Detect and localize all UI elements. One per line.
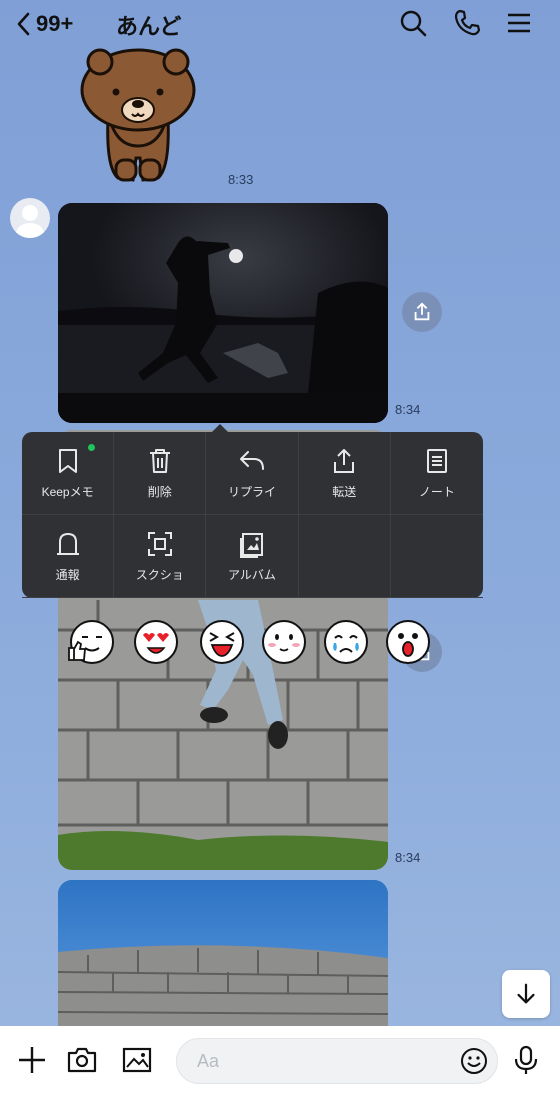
phone-icon	[454, 9, 481, 36]
share-icon	[414, 302, 430, 321]
menu-item-screenshot[interactable]: スクショ	[114, 515, 207, 598]
menu-item-keep[interactable]: Keepメモ	[22, 432, 115, 515]
microphone-icon	[514, 1045, 538, 1074]
menu-item-delete[interactable]: 削除	[114, 432, 207, 515]
gallery-button[interactable]	[121, 1044, 153, 1076]
message-input[interactable]: Aa	[176, 1038, 498, 1084]
camera-icon	[67, 1047, 97, 1073]
album-icon	[239, 532, 263, 558]
menu-item-label: Keepメモ	[41, 484, 94, 499]
chat-header: 99+ あんど	[0, 0, 560, 48]
chevron-left-icon	[17, 12, 30, 36]
add-button[interactable]	[16, 1044, 48, 1076]
message-time: 8:33	[228, 172, 254, 187]
share-button[interactable]	[402, 292, 442, 332]
user-silhouette-icon	[15, 205, 45, 238]
menu-item-label: 通報	[55, 567, 80, 582]
photo-message-night[interactable]	[58, 203, 388, 423]
menu-item-label: リプライ	[227, 484, 276, 499]
menu-item-label: 削除	[147, 484, 172, 499]
photo-message-sky[interactable]	[58, 880, 388, 1040]
reaction-crying-icon[interactable]	[322, 618, 370, 666]
reply-icon	[239, 450, 264, 470]
hamburger-icon	[508, 13, 530, 33]
arrow-down-icon	[517, 983, 535, 1004]
reaction-heart-eyes-icon[interactable]	[132, 618, 180, 666]
scroll-to-bottom-button[interactable]	[502, 970, 550, 1018]
message-time: 8:34	[395, 402, 421, 417]
camera-button[interactable]	[66, 1044, 98, 1076]
composer-bar: Aa	[0, 1026, 560, 1104]
reaction-bar	[66, 618, 446, 668]
sky-wall-photo-image	[58, 880, 388, 1040]
screenshot-icon	[147, 531, 172, 556]
menu-empty-cell	[390, 515, 483, 598]
reaction-laugh-icon[interactable]	[198, 618, 246, 666]
night-photo-image	[58, 203, 388, 423]
reaction-thumbs-up-icon[interactable]	[66, 618, 114, 666]
menu-item-note[interactable]: ノート	[390, 432, 483, 515]
trash-icon	[149, 448, 170, 473]
menu-item-label: スクショ	[135, 567, 184, 582]
voice-button[interactable]	[510, 1044, 542, 1076]
message-context-menu: Keepメモ 削除 リプライ 転送 ノート 通報 スクショ アルバム	[22, 432, 483, 598]
bell-report-icon	[56, 532, 79, 555]
menu-item-report[interactable]: 通報	[22, 515, 115, 598]
new-indicator-dot	[88, 444, 95, 451]
reaction-surprised-icon[interactable]	[384, 618, 432, 666]
emoji-icon[interactable]	[460, 1047, 488, 1075]
menu-button[interactable]	[504, 8, 534, 38]
image-icon	[122, 1047, 152, 1073]
note-icon	[426, 448, 447, 473]
menu-item-label: アルバム	[228, 567, 276, 582]
menu-empty-cell	[298, 515, 391, 598]
search-icon	[400, 10, 427, 37]
share-icon	[334, 448, 355, 473]
menu-item-label: ノート	[418, 484, 455, 499]
menu-item-reply[interactable]: リプライ	[206, 432, 299, 515]
reaction-blush-icon[interactable]	[260, 618, 308, 666]
menu-item-label: 転送	[332, 484, 357, 499]
call-button[interactable]	[452, 8, 482, 38]
menu-item-album[interactable]: アルバム	[206, 515, 299, 598]
bookmark-icon	[58, 448, 77, 473]
unread-count: 99+	[36, 11, 74, 36]
search-button[interactable]	[398, 8, 428, 38]
back-button[interactable]: 99+	[14, 9, 114, 39]
menu-item-forward[interactable]: 転送	[298, 432, 391, 515]
plus-icon	[19, 1047, 45, 1073]
avatar[interactable]	[10, 198, 50, 238]
chat-title: あんど	[116, 14, 182, 39]
message-time: 8:34	[395, 850, 421, 865]
bear-sticker[interactable]	[78, 48, 198, 184]
